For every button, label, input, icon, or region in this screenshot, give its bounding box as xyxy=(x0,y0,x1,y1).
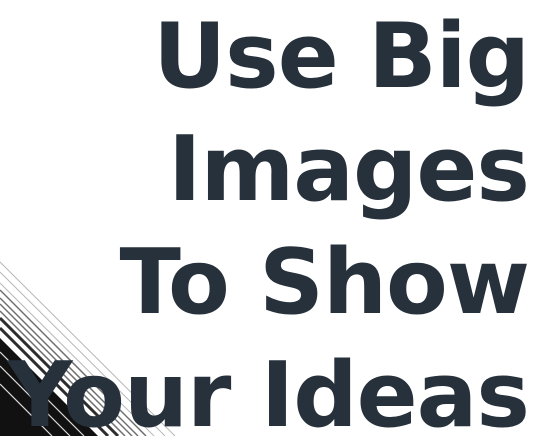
headline-line-1: Use Big xyxy=(153,4,530,109)
headline-line-3: To Show xyxy=(119,230,530,335)
slide: Use Big Images To Show Your Ideas xyxy=(0,0,557,436)
headline-line-4: Your Ideas xyxy=(7,343,530,436)
headline: Use Big Images To Show Your Ideas xyxy=(7,0,530,436)
headline-line-2: Images xyxy=(167,117,530,222)
